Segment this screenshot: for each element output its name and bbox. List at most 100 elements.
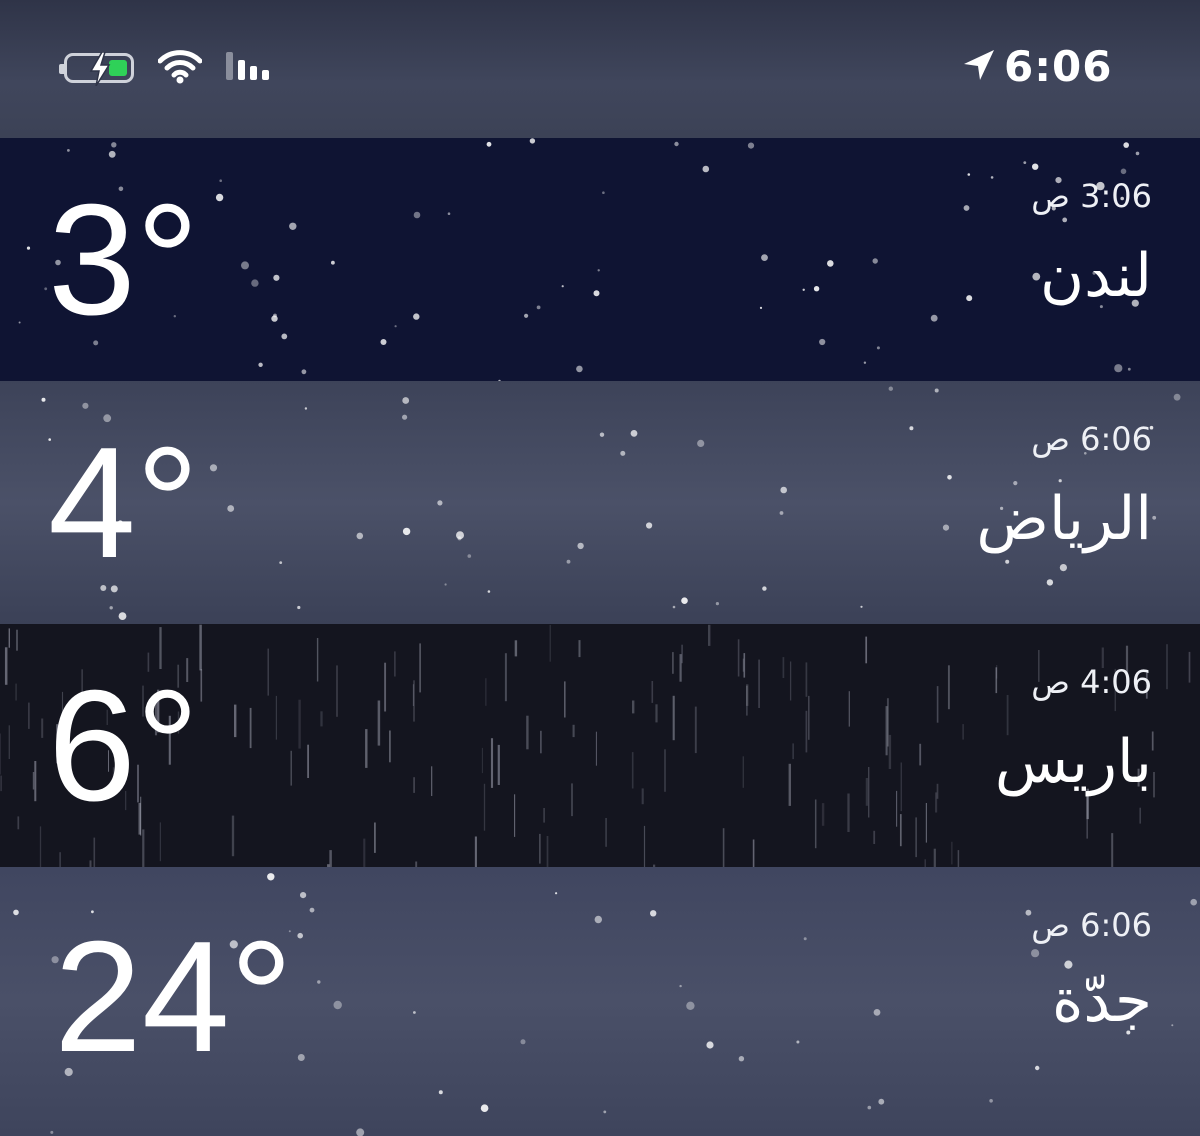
city-row-riyadh[interactable]: 4° 6:06 ص الرياض — [0, 381, 1200, 624]
snowflake — [356, 532, 364, 540]
temperature: 3° — [48, 172, 200, 348]
local-time-suffix: ص — [1031, 420, 1070, 458]
local-time: 6:06 ص — [1021, 905, 1152, 945]
snowflake — [50, 1130, 54, 1134]
snowflake — [650, 910, 657, 917]
snowflake — [873, 1009, 881, 1016]
local-time: 6:06 ص — [1021, 419, 1152, 459]
snowflake — [380, 339, 387, 345]
local-time: 4:06 ص — [1021, 662, 1152, 702]
snowflake — [555, 892, 558, 895]
snowflake — [13, 909, 19, 916]
snowflake — [1114, 364, 1123, 373]
city-row-london[interactable]: 3° 3:06 ص لندن — [0, 138, 1200, 381]
snowflake — [258, 362, 263, 367]
snowflake — [300, 892, 307, 899]
battery-charging-icon — [59, 52, 134, 86]
snowflake — [317, 980, 321, 984]
snowflake — [1173, 393, 1181, 401]
snowflake — [1005, 559, 1010, 564]
snowflake — [1059, 564, 1067, 572]
snowflake — [26, 246, 31, 250]
snowflake — [679, 984, 682, 988]
snowflake — [289, 222, 297, 230]
snowflake — [803, 937, 807, 941]
snowflake — [297, 932, 304, 939]
snowflake — [594, 915, 602, 924]
snowflake — [702, 165, 710, 173]
snowflake — [529, 138, 536, 144]
snowflake — [1023, 161, 1027, 164]
snowflake — [878, 1098, 885, 1105]
snowflake — [780, 486, 787, 494]
snowflake — [1135, 151, 1140, 156]
snowflake — [802, 288, 805, 291]
snowflake — [209, 464, 218, 472]
snowflake — [630, 430, 638, 437]
city-name: لندن — [1040, 241, 1152, 311]
snowflake — [301, 369, 307, 375]
snowflake — [796, 1040, 800, 1044]
snowflake — [82, 402, 89, 409]
snowflake — [304, 407, 308, 410]
snowflake — [457, 536, 462, 541]
snowflake — [413, 313, 420, 320]
snowflake — [219, 179, 222, 182]
snowflake — [215, 193, 224, 202]
snowflake — [413, 1011, 416, 1014]
snowflake — [437, 500, 443, 506]
snowflake — [1190, 898, 1197, 906]
snowflake — [1035, 1065, 1040, 1071]
snowflake — [251, 279, 259, 287]
snowflake — [593, 290, 600, 297]
charging-bolt-icon — [89, 52, 111, 86]
snowflake — [779, 511, 784, 515]
snowflake — [1152, 515, 1157, 520]
snowflake — [872, 258, 878, 264]
city-row-jeddah[interactable]: 24° 6:06 ص جدّة — [0, 867, 1200, 1136]
snowflake — [1062, 217, 1068, 223]
snowflake — [930, 314, 938, 322]
snowflake — [1171, 1024, 1174, 1027]
snowflake — [487, 590, 491, 593]
snowflake — [561, 285, 564, 288]
snowflake — [599, 432, 605, 437]
snowflake — [577, 542, 584, 550]
snowflake — [827, 260, 834, 267]
snowflake — [697, 439, 705, 447]
city-row-paris[interactable]: 6° 4:06 ص باريس — [0, 624, 1200, 867]
local-time-suffix: ص — [1031, 663, 1070, 701]
snowflake — [1120, 168, 1127, 175]
snowflake — [860, 605, 863, 608]
snowflake — [520, 1039, 526, 1045]
snowflake — [413, 211, 421, 219]
snowflake — [281, 333, 288, 340]
temperature: 6° — [48, 658, 200, 834]
snowflake — [686, 1001, 695, 1010]
snowflake — [536, 305, 541, 310]
snowflake — [747, 142, 755, 149]
snowflake — [967, 173, 971, 176]
battery-level — [109, 60, 127, 76]
snowflake — [963, 205, 970, 211]
snowflake — [620, 450, 626, 456]
snowflake — [402, 397, 410, 404]
snowflake — [297, 605, 301, 610]
snowflake — [271, 315, 278, 322]
snowflake — [297, 1054, 305, 1061]
snowflake — [67, 149, 70, 152]
snowflake — [966, 295, 973, 302]
city-name: باريس — [994, 727, 1152, 797]
snowflake — [241, 261, 249, 270]
local-time-value: 6:06 — [1080, 420, 1152, 458]
snowflake — [646, 522, 653, 529]
local-time-value: 4:06 — [1080, 663, 1152, 701]
snowflake — [576, 365, 583, 373]
local-time-suffix: ص — [1031, 177, 1070, 215]
snowflake — [467, 554, 472, 558]
snowflake — [267, 873, 275, 881]
snowflake — [947, 475, 952, 480]
snowflake — [109, 606, 113, 610]
local-time-suffix: ص — [1031, 906, 1070, 944]
city-name: الرياض — [976, 484, 1152, 554]
